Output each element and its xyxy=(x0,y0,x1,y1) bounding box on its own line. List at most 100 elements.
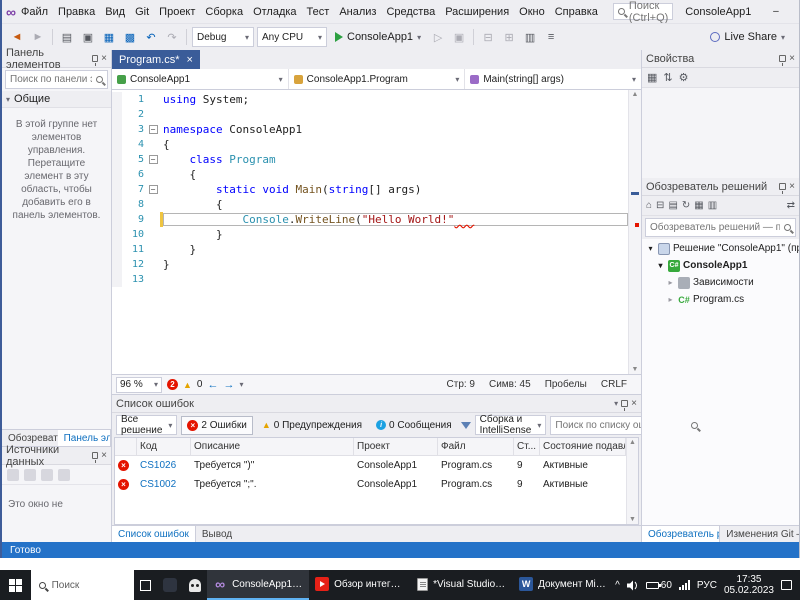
pinned-app-button-2[interactable] xyxy=(183,570,207,600)
menu-item[interactable]: Анализ xyxy=(334,3,381,21)
scroll-down-icon[interactable]: ▼ xyxy=(629,366,641,373)
breakpoint-margin[interactable] xyxy=(112,152,122,167)
collapse-all-icon[interactable]: ⊟ xyxy=(656,200,664,211)
zoom-dropdown[interactable]: 96 %▾ xyxy=(116,377,162,393)
menu-item[interactable]: Справка xyxy=(550,3,603,21)
line-ending-indicator[interactable]: CRLF xyxy=(601,379,627,390)
taskbar-app-button[interactable]: WДокумент Microso... xyxy=(513,570,615,600)
right-tab-0[interactable]: Обозреватель реше... xyxy=(642,526,720,542)
categorized-icon[interactable]: ▦ xyxy=(647,71,657,84)
breakpoint-margin[interactable] xyxy=(112,272,122,287)
code-line[interactable]: 11 } xyxy=(112,242,628,257)
code-line[interactable]: 13 xyxy=(112,272,628,287)
start-without-debugging-icon[interactable]: ▷ xyxy=(429,28,447,46)
redo-icon[interactable]: ↷ xyxy=(163,28,181,46)
scope-dropdown[interactable]: Все решение▾ xyxy=(116,415,177,435)
error-code[interactable]: CS1026 xyxy=(137,460,191,471)
configure-icon[interactable] xyxy=(58,469,70,481)
error-row[interactable]: ×CS1026Требуется ")"ConsoleApp1Program.c… xyxy=(115,456,626,475)
maximize-button[interactable]: □ xyxy=(790,0,800,23)
comment-icon[interactable]: ≡ xyxy=(542,28,560,46)
project-dropdown[interactable]: ConsoleApp1▾ xyxy=(112,69,289,89)
taskbar-clock[interactable]: 17:35 05.02.2023 xyxy=(724,574,774,596)
new-file-icon[interactable]: ▤ xyxy=(58,28,76,46)
breakpoint-margin[interactable] xyxy=(112,227,122,242)
member-dropdown[interactable]: Main(string[] args)▾ xyxy=(465,69,641,89)
pin-icon[interactable] xyxy=(92,55,98,62)
editor-scrollbar[interactable]: ▲ ▼ xyxy=(628,90,641,374)
close-icon[interactable]: × xyxy=(101,450,107,461)
open-file-icon[interactable]: ▣ xyxy=(79,28,97,46)
edit-data-source-icon[interactable] xyxy=(24,469,36,481)
scroll-up-icon[interactable]: ▲ xyxy=(629,91,641,98)
action-center-icon[interactable] xyxy=(781,580,792,590)
close-icon[interactable]: × xyxy=(789,53,795,64)
menu-item[interactable]: Git xyxy=(130,3,154,21)
step-into-icon[interactable]: ⊞ xyxy=(500,28,518,46)
start-button[interactable] xyxy=(0,570,31,600)
window-position-icon[interactable]: ▾ xyxy=(614,399,618,408)
breakpoint-margin[interactable] xyxy=(112,257,122,272)
language-indicator[interactable]: РУС xyxy=(697,580,717,591)
live-share-button[interactable]: Live Share▾ xyxy=(710,31,793,43)
previous-issue-icon[interactable]: ← xyxy=(207,379,218,391)
type-dropdown[interactable]: ConsoleApp1.Program▾ xyxy=(289,69,466,89)
show-all-files-icon[interactable]: ▤ xyxy=(668,200,677,211)
issues-menu-icon[interactable]: ▾ xyxy=(239,380,243,389)
pinned-app-button-1[interactable] xyxy=(158,570,182,600)
menu-item[interactable]: Сборка xyxy=(200,3,248,21)
code-line[interactable]: 8 { xyxy=(112,197,628,212)
source-dropdown[interactable]: Сборка и IntelliSense▾ xyxy=(475,415,547,435)
collapse-region-icon[interactable]: − xyxy=(149,125,158,134)
menu-item[interactable]: Правка xyxy=(53,3,100,21)
breakpoint-margin[interactable] xyxy=(112,122,122,137)
right-tab-1[interactable]: Изменения Git — По... xyxy=(720,526,799,542)
start-debugging-button[interactable]: ConsoleApp1▾ xyxy=(330,27,426,47)
save-icon[interactable]: ▦ xyxy=(100,28,118,46)
taskbar-app-button[interactable]: *Visual Studio.txt — ... xyxy=(411,570,513,600)
code-line[interactable]: 1using System; xyxy=(112,92,628,107)
preview-icon[interactable]: ▥ xyxy=(708,200,717,211)
close-icon[interactable]: × xyxy=(789,181,795,192)
column-header[interactable]: Состояние подавл... xyxy=(540,438,626,455)
close-icon[interactable]: × xyxy=(101,53,107,64)
undo-icon[interactable]: ↶ xyxy=(142,28,160,46)
error-row[interactable]: ×CS1002Требуется ";".ConsoleApp1Program.… xyxy=(115,475,626,494)
solution-platform-dropdown[interactable]: Any CPU▾ xyxy=(257,27,327,47)
code-line[interactable]: 2 xyxy=(112,107,628,122)
refresh-icon[interactable]: ↻ xyxy=(682,200,690,211)
task-view-button[interactable] xyxy=(134,570,158,600)
menu-item[interactable]: Окно xyxy=(514,3,550,21)
solution-configuration-dropdown[interactable]: Debug▾ xyxy=(192,27,254,47)
menu-item[interactable]: Расширения xyxy=(440,3,514,21)
breakpoint-margin[interactable] xyxy=(112,197,122,212)
hidden-icons-chevron-icon[interactable]: ^ xyxy=(615,580,620,591)
taskbar-app-button[interactable]: ∞ConsoleApp1 - Mi... xyxy=(207,570,309,600)
solution-search-box[interactable] xyxy=(645,218,796,237)
tree-item[interactable]: ▸Зависимости xyxy=(642,274,799,291)
tree-item[interactable]: ▾C#ConsoleApp1 xyxy=(642,257,799,274)
column-header[interactable]: Код xyxy=(137,438,191,455)
error-list-tab-0[interactable]: Список ошибок xyxy=(112,526,196,542)
volume-icon[interactable] xyxy=(627,580,639,591)
toolbox-search-box[interactable] xyxy=(5,70,108,89)
error-code[interactable]: CS1002 xyxy=(137,479,191,490)
navigate-forward-icon[interactable]: ► xyxy=(29,28,47,46)
find-in-files-icon[interactable]: ▥ xyxy=(521,28,539,46)
toolbox-search-input[interactable] xyxy=(10,74,92,85)
code-line[interactable]: 3−namespace ConsoleApp1 xyxy=(112,122,628,137)
spaces-indicator[interactable]: Пробелы xyxy=(545,379,587,390)
add-data-source-icon[interactable] xyxy=(7,469,19,481)
error-list-tab-1[interactable]: Вывод xyxy=(196,526,238,542)
solution-search-input[interactable] xyxy=(650,222,780,233)
menu-item[interactable]: Проект xyxy=(154,3,200,21)
next-issue-icon[interactable]: → xyxy=(223,379,234,391)
code-line[interactable]: 5− class Program xyxy=(112,152,628,167)
document-tab[interactable]: Program.cs* × xyxy=(112,50,200,69)
column-header[interactable]: Проект xyxy=(354,438,438,455)
column-header[interactable]: Файл xyxy=(438,438,514,455)
close-icon[interactable]: × xyxy=(631,398,637,409)
pin-icon[interactable] xyxy=(621,400,628,407)
alphabetical-icon[interactable]: ⇅ xyxy=(663,71,672,84)
code-line[interactable]: 4{ xyxy=(112,137,628,152)
